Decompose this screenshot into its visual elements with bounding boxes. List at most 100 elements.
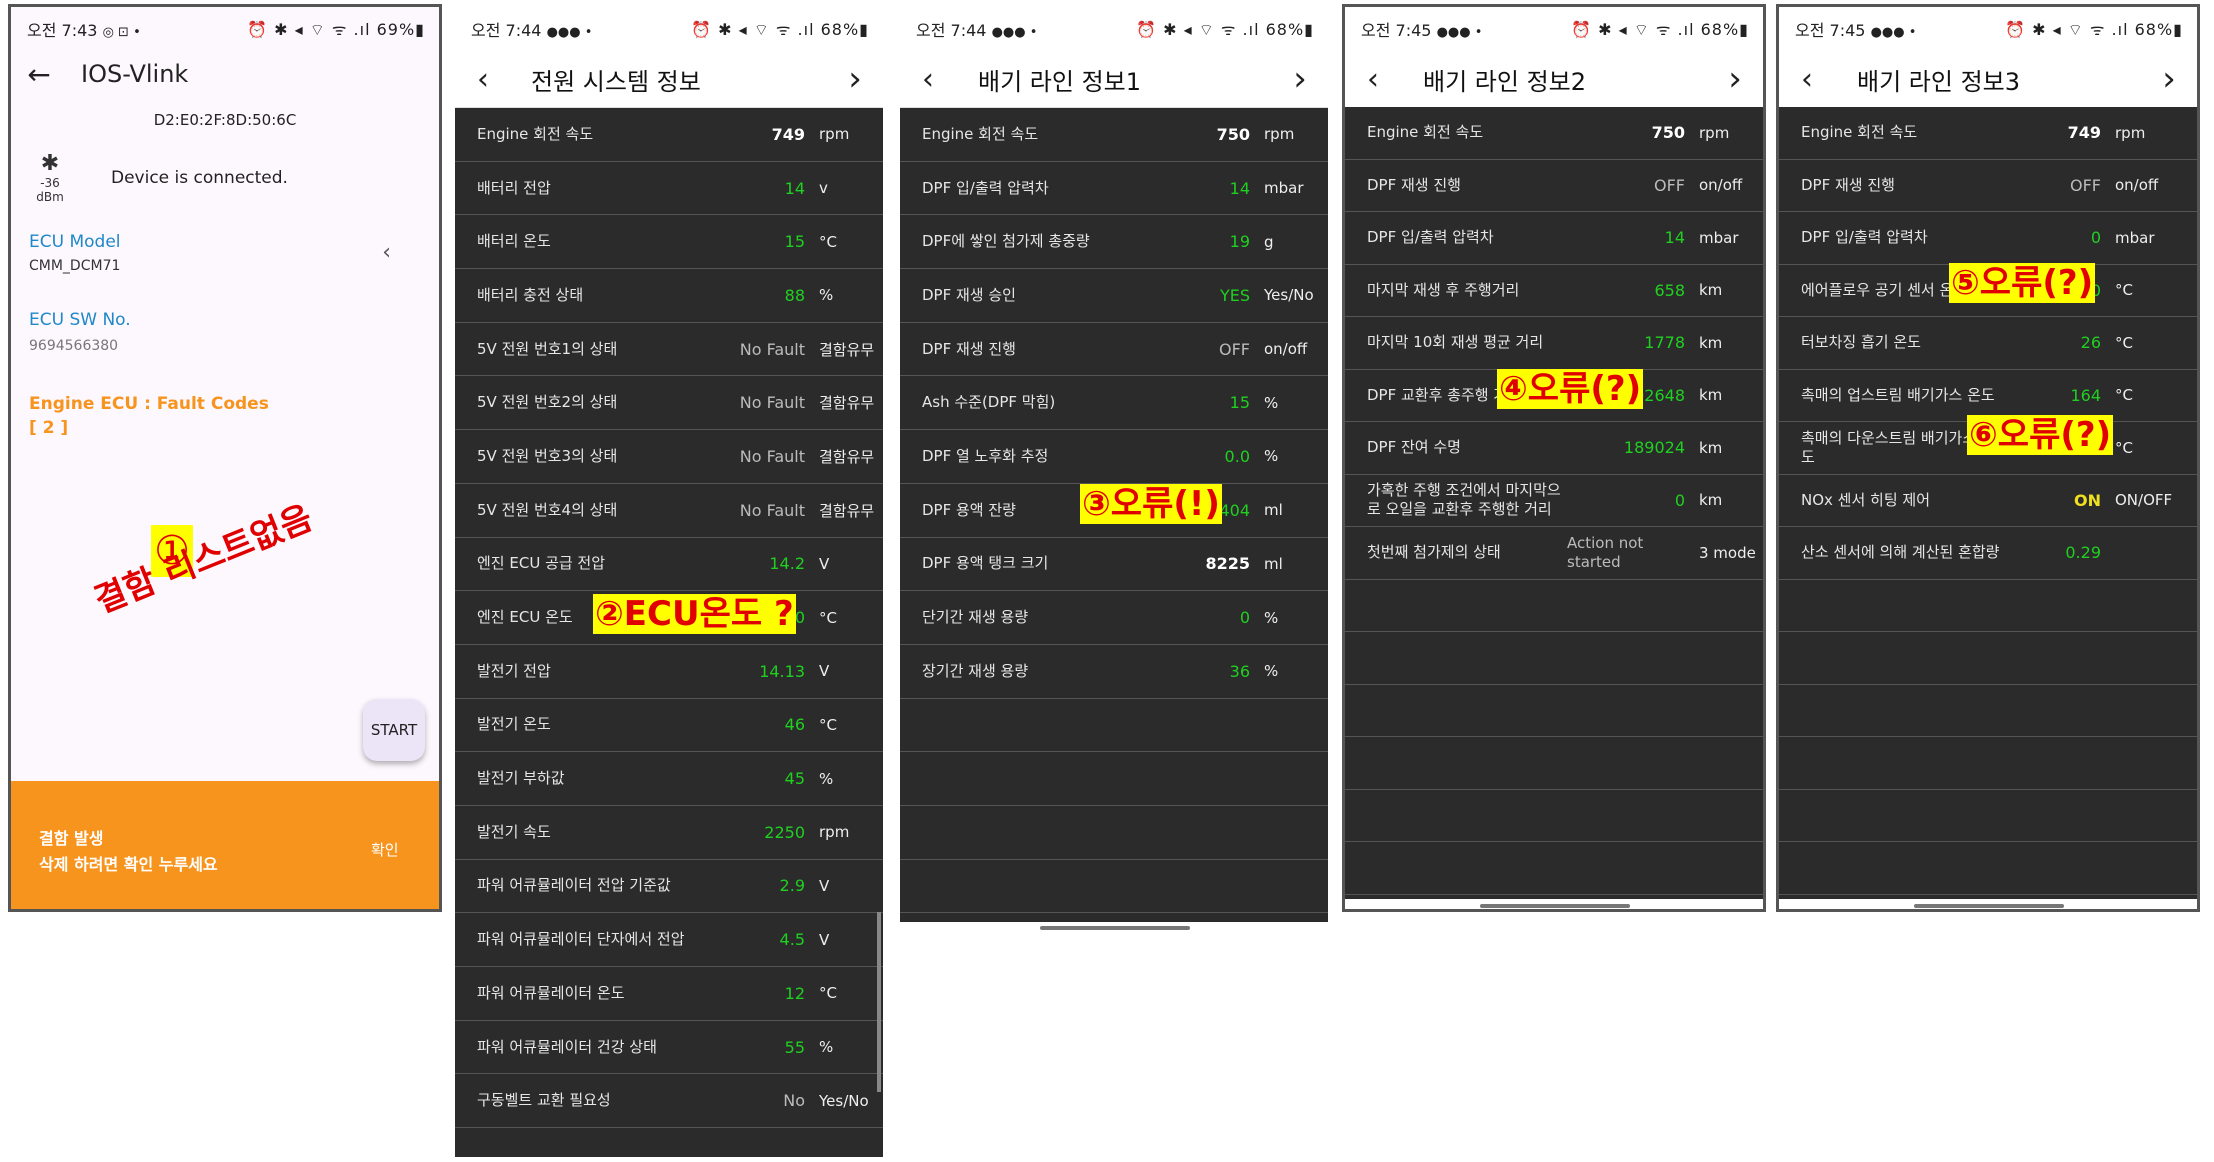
row-label: DPF 재생 진행	[1367, 175, 1461, 194]
row-label: 5V 전원 번호2의 상태	[477, 393, 618, 412]
empty-row	[1779, 842, 2197, 895]
row-value: 55	[784, 1037, 805, 1057]
table-row: 파워 어큐뮬레이터 전압 기준값 2.9 V	[455, 860, 883, 914]
row-label: 터보차징 흡기 온도	[1801, 333, 1921, 352]
row-unit: rpm	[2115, 123, 2146, 142]
row-label: 5V 전원 번호4의 상태	[477, 500, 618, 519]
row-value: 658	[1654, 280, 1685, 300]
row-unit: 결함유무	[819, 394, 875, 413]
row-label: DPF 입/출력 압력차	[1801, 228, 1928, 247]
status-time: 오전 7:45	[1795, 21, 1866, 40]
status-time: 오전 7:44	[471, 21, 542, 40]
row-value: 749	[771, 124, 805, 144]
status-bar: 오전 7:44 ●●● • ⏰ ✱ ◂ ⌔ ᯤ .ıl 68%▮	[471, 20, 869, 40]
fault-codes-title[interactable]: Engine ECU : Fault Codes	[29, 394, 439, 414]
row-label: DPF 재생 진행	[1801, 175, 1895, 194]
start-button[interactable]: START	[363, 699, 425, 761]
row-unit: %	[819, 769, 834, 788]
scrollbar[interactable]	[877, 912, 881, 1092]
chevron-right-icon[interactable]: ›	[2141, 59, 2197, 99]
chevron-left-icon[interactable]: ‹	[1779, 62, 1835, 97]
chevron-right-icon[interactable]: ›	[827, 59, 883, 99]
table-row: 배터리 전압 14 v	[455, 162, 883, 216]
row-value: OFF	[2070, 175, 2101, 195]
status-bar: 오전 7:44 ●●● • ⏰ ✱ ◂ ⌔ ᯤ .ıl 68%▮	[916, 20, 1314, 40]
ecu-model-label: ECU Model	[29, 232, 121, 252]
row-value: No Fault	[739, 393, 805, 413]
row-unit: g	[1264, 232, 1274, 251]
row-label: 산소 센서에 의해 계산된 혼합량	[1801, 543, 2000, 562]
row-label: DPF 입/출력 압력차	[922, 178, 1049, 197]
home-indicator[interactable]	[1480, 904, 1630, 908]
ecu-sw-value: 9694566380	[29, 338, 119, 354]
table-row: DPF에 쌓인 첨가제 총중량 19 g	[900, 215, 1328, 270]
empty-row	[1345, 632, 1763, 685]
table-row: 터보차징 흡기 온도 26 °C	[1779, 317, 2197, 370]
chevron-left-icon[interactable]: ‹	[455, 62, 511, 97]
empty-row	[455, 1128, 883, 1157]
row-unit: km	[1699, 386, 1723, 405]
row-value: Action not started	[1567, 533, 1644, 571]
home-indicator[interactable]	[1914, 904, 2064, 908]
row-value: 1778	[1644, 333, 1685, 353]
phone-screen-1: 오전 7:43 ◎ ⊡ • ⏰ ✱ ◂ ⌔ ᯤ .ıl 69%▮ ← IOS-V…	[8, 4, 442, 912]
signal-strength: -36 dBm	[36, 176, 64, 204]
row-unit: V	[819, 930, 830, 949]
chevron-left-icon[interactable]: ‹	[900, 62, 956, 97]
row-value: 46	[784, 715, 805, 735]
table-row: DPF 입/출력 압력차 0 mbar	[1779, 212, 2197, 265]
row-value: 189024	[1623, 438, 1685, 458]
row-label: 파워 어큐뮬레이터 전압 기준값	[477, 876, 671, 895]
row-unit: km	[1699, 491, 1723, 510]
chevron-left-icon[interactable]: ‹	[382, 240, 391, 265]
table-row: 배터리 충전 상태 88%	[455, 269, 883, 323]
banner-message: 삭제 하려면 확인 누루세요	[39, 855, 218, 874]
row-value: ON	[2074, 490, 2101, 510]
phone-screen-3: 오전 7:44 ●●● • ⏰ ✱ ◂ ⌔ ᯤ .ıl 68%▮ ‹ 배기 라인…	[897, 4, 1331, 934]
ecu-info: ECU Model CMM_DCM71 ‹ ECU SW No. 9694566…	[11, 232, 439, 438]
empty-row	[1345, 737, 1763, 790]
back-arrow-icon[interactable]: ←	[11, 58, 67, 91]
row-unit: °C	[2115, 281, 2133, 300]
device-mac: D2:E0:2F:8D:50:6C	[153, 111, 297, 129]
row-label: Engine 회전 속도	[922, 124, 1039, 143]
chevron-right-icon[interactable]: ›	[1272, 59, 1328, 99]
status-icons: ◎ ⊡ •	[102, 25, 141, 40]
annotation-no-fault-list: 결함 리스트없음	[88, 497, 318, 622]
page-title: 배기 라인 정보1	[978, 67, 1142, 96]
row-unit: %	[819, 1038, 834, 1057]
home-indicator[interactable]	[1040, 926, 1190, 930]
chevron-left-icon[interactable]: ‹	[1345, 62, 1401, 97]
row-unit: rpm	[1264, 125, 1295, 144]
chevron-right-icon[interactable]: ›	[1707, 59, 1763, 99]
row-label: 발전기 온도	[477, 715, 551, 734]
empty-row	[1779, 632, 2197, 685]
banner-confirm-button[interactable]: 확인	[371, 839, 399, 860]
row-unit: °C	[2115, 438, 2133, 457]
table-row: 마지막 10회 재생 평균 거리 1778 km	[1345, 317, 1763, 370]
app-header: ‹ 배기 라인 정보2 ›	[1345, 51, 1763, 107]
row-unit: °C	[819, 232, 837, 251]
row-value: No Fault	[739, 339, 805, 359]
row-label: DPF 입/출력 압력차	[1367, 228, 1494, 247]
table-row: DPF 재생 진행 OFF on/off	[900, 323, 1328, 377]
status-right: ⏰ ✱ ◂ ⌔ ᯤ .ıl 68%▮	[2005, 20, 2183, 39]
table-row: DPF 입/출력 압력차 14 mbar	[1345, 212, 1763, 265]
bluetooth-icon: ✱	[40, 151, 60, 176]
row-value: 750	[1651, 123, 1685, 143]
annotation-ecu-temp: ②ECU온도 ?	[593, 594, 796, 634]
row-value: 0	[1239, 608, 1250, 628]
annotation-airflow-temp-error: ⑤오류(?)	[1949, 263, 2096, 303]
row-label: 파워 어큐뮬레이터 단자에서 전압	[477, 930, 685, 949]
row-label: DPF에 쌓인 첨가제 총중량	[922, 232, 1090, 251]
row-value: YES	[1219, 285, 1250, 305]
row-value: 8225	[1205, 554, 1250, 574]
row-value: 164	[2070, 385, 2101, 405]
row-label: 5V 전원 번호3의 상태	[477, 446, 618, 465]
table-row: DPF 잔여 수명 189024 km	[1345, 422, 1763, 475]
page-title: 배기 라인 정보2	[1423, 67, 1587, 96]
table-row: 구동벨트 교환 필요성 No Yes/No	[455, 1074, 883, 1129]
row-label: DPF 재생 진행	[922, 339, 1016, 358]
row-unit: %	[819, 286, 834, 305]
empty-row	[1345, 685, 1763, 737]
